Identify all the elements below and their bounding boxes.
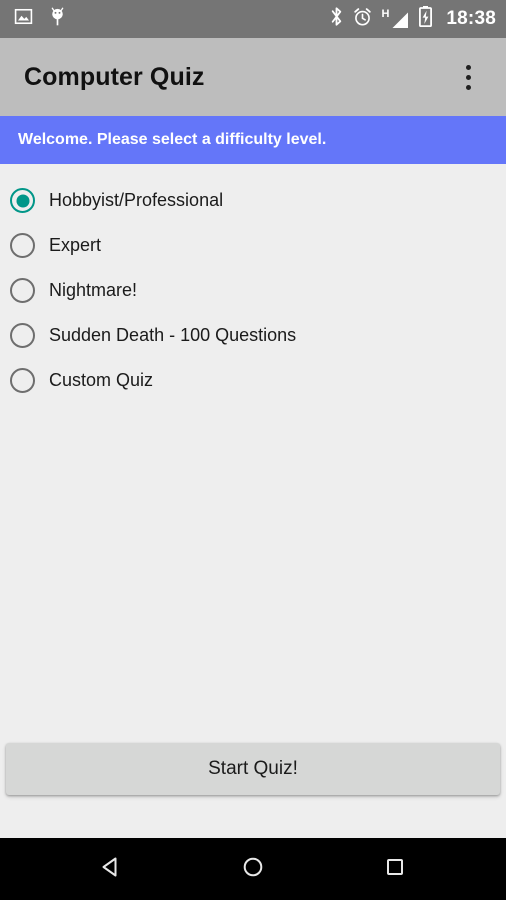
- radio-button-icon[interactable]: [10, 278, 35, 303]
- overflow-dot: [465, 64, 471, 70]
- radio-button-icon[interactable]: [10, 188, 35, 213]
- status-bar-clock: 18:38: [446, 8, 496, 29]
- radio-option-label: Sudden Death - 100 Questions: [49, 325, 297, 345]
- radio-button-icon[interactable]: [10, 323, 35, 348]
- radio-option-label: Nightmare!: [49, 280, 138, 300]
- bluetooth-icon: [329, 6, 344, 32]
- radio-option-expert[interactable]: Expert: [0, 223, 506, 268]
- nav-recents-button[interactable]: [367, 845, 423, 893]
- overflow-dot: [465, 84, 471, 90]
- more-vert-icon[interactable]: [448, 49, 488, 105]
- radio-option-nightmare[interactable]: Nightmare!: [0, 268, 506, 313]
- battery-charging-icon: [419, 6, 433, 32]
- nav-home-button[interactable]: [225, 845, 281, 893]
- main-content: Hobbyist/Professional Expert Nightmare! …: [0, 164, 506, 838]
- radio-option-custom-quiz[interactable]: Custom Quiz: [0, 358, 506, 403]
- radio-button-icon[interactable]: [10, 233, 35, 258]
- radio-option-label: Expert: [49, 235, 102, 255]
- status-bar-right-icons: H 18:38: [329, 6, 496, 32]
- home-circle-icon: [240, 854, 266, 885]
- welcome-banner-text: Welcome. Please select a difficulty leve…: [18, 131, 327, 148]
- app-bar: Computer Quiz: [0, 38, 506, 116]
- start-button-container: Start Quiz!: [0, 743, 506, 795]
- network-type-label: H: [381, 7, 390, 20]
- nav-back-button[interactable]: [83, 845, 139, 893]
- radio-option-label: Custom Quiz: [49, 370, 154, 390]
- welcome-banner: Welcome. Please select a difficulty leve…: [0, 116, 506, 164]
- back-triangle-icon: [98, 854, 124, 885]
- android-debug-icon: [49, 7, 66, 32]
- start-quiz-button[interactable]: Start Quiz!: [6, 743, 500, 795]
- recents-square-icon: [383, 855, 407, 884]
- status-bar: H 18:38: [0, 0, 506, 38]
- app-title: Computer Quiz: [24, 62, 205, 91]
- app-screen: H 18:38 Computer Quiz Welcome. Please se…: [0, 0, 506, 900]
- radio-option-hobbyist-professional[interactable]: Hobbyist/Professional: [0, 178, 506, 223]
- radio-button-icon[interactable]: [10, 368, 35, 393]
- radio-option-sudden-death[interactable]: Sudden Death - 100 Questions: [0, 313, 506, 358]
- status-bar-left-icons: [14, 7, 66, 32]
- overflow-dot: [465, 74, 471, 80]
- alarm-icon: [353, 7, 372, 32]
- image-icon: [14, 7, 33, 31]
- radio-option-label: Hobbyist/Professional: [49, 190, 224, 210]
- signal-h-icon: H: [381, 7, 410, 30]
- difficulty-radio-group: Hobbyist/Professional Expert Nightmare! …: [0, 178, 506, 403]
- android-navigation-bar: [0, 838, 506, 900]
